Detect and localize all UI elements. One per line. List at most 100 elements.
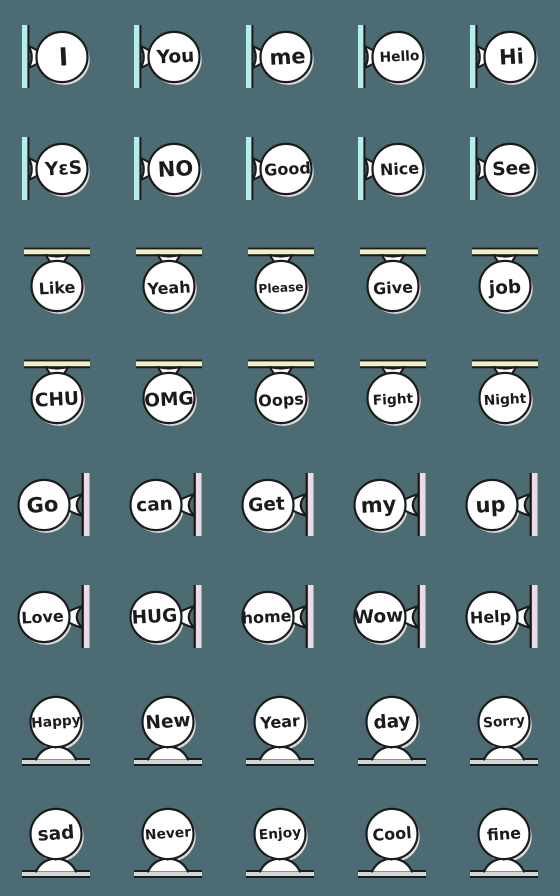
sticker-fine[interactable]: fine — [448, 784, 560, 896]
sticker-day[interactable]: day — [336, 672, 448, 784]
sticker-sorry[interactable]: Sorry — [448, 672, 560, 784]
sticker-help[interactable]: Help — [448, 560, 560, 672]
speech-bubble-icon: Oops — [248, 359, 314, 426]
speech-bubble-icon: Sorry — [470, 695, 538, 766]
speech-bubble-icon: I — [22, 25, 90, 88]
bubble-label: Fight — [372, 391, 414, 409]
sticker-hug[interactable]: HUG — [112, 560, 224, 672]
bubble-label: New — [145, 710, 191, 734]
bubble-label: Never — [144, 824, 191, 843]
sticker-no[interactable]: NO — [112, 112, 224, 224]
sticker-like[interactable]: Like — [0, 224, 112, 336]
bubble-label: Get — [248, 494, 286, 517]
sticker-hi[interactable]: Hi — [448, 0, 560, 112]
speech-bubble-icon: HUG — [129, 585, 202, 648]
speech-bubble-icon: See — [470, 137, 538, 200]
speech-bubble-icon: Give — [360, 247, 426, 314]
speech-bubble-icon: Like — [24, 247, 90, 314]
bubble-label: Go — [26, 492, 59, 518]
speech-bubble-icon: Enjoy — [246, 807, 314, 878]
bubble-label: Year — [259, 711, 301, 733]
speech-bubble-icon: Yeah — [136, 247, 202, 314]
speech-bubble-icon: Go — [17, 473, 90, 536]
bubble-label: can — [136, 494, 174, 517]
bubble-label: job — [487, 277, 521, 300]
sticker-omg[interactable]: OMG — [112, 336, 224, 448]
bubble-label: my — [360, 492, 397, 518]
speech-bubble-icon: Help — [465, 585, 538, 648]
speech-bubble-icon: Good — [246, 137, 314, 200]
bubble-label: Please — [258, 280, 304, 296]
sticker-sheet: I You me Hello Hi YɛS NO Good Nice See Like Yeah Ple… — [0, 0, 560, 896]
speech-bubble-icon: Hi — [470, 25, 538, 88]
bubble-label: Love — [21, 606, 65, 627]
sticker-sad[interactable]: sad — [0, 784, 112, 896]
speech-bubble-icon: fine — [470, 807, 538, 878]
bubble-label: See — [492, 158, 531, 181]
bubble-label: sad — [37, 822, 75, 846]
sticker-give[interactable]: Give — [336, 224, 448, 336]
sticker-chu[interactable]: CHU — [0, 336, 112, 448]
sticker-up[interactable]: up — [448, 448, 560, 560]
bubble-label: I — [58, 42, 69, 71]
sticker-wow[interactable]: Wow — [336, 560, 448, 672]
bubble-label: Give — [373, 277, 414, 298]
bubble-label: Cool — [372, 823, 412, 845]
sticker-home[interactable]: home — [224, 560, 336, 672]
speech-bubble-icon: Night — [472, 359, 538, 426]
sticker-fight[interactable]: Fight — [336, 336, 448, 448]
speech-bubble-icon: Please — [248, 247, 314, 314]
bubble-label: Good — [264, 158, 312, 179]
speech-bubble-icon: Cool — [358, 807, 426, 878]
bubble-label: home — [241, 606, 292, 628]
sticker-never[interactable]: Never — [112, 784, 224, 896]
sticker-my[interactable]: my — [336, 448, 448, 560]
speech-bubble-icon: Nice — [358, 137, 426, 200]
sticker-good[interactable]: Good — [224, 112, 336, 224]
sticker-please[interactable]: Please — [224, 224, 336, 336]
speech-bubble-icon: Love — [17, 585, 90, 648]
sticker-nice[interactable]: Nice — [336, 112, 448, 224]
sticker-can[interactable]: can — [112, 448, 224, 560]
sticker-you[interactable]: You — [112, 0, 224, 112]
sticker-y-s[interactable]: YɛS — [0, 112, 112, 224]
bubble-label: me — [269, 44, 306, 70]
speech-bubble-icon: Fight — [360, 359, 426, 426]
bubble-label: HUG — [131, 605, 178, 628]
sticker-job[interactable]: job — [448, 224, 560, 336]
bubble-label: Hi — [498, 44, 524, 69]
bubble-label: day — [373, 710, 412, 734]
sticker-go[interactable]: Go — [0, 448, 112, 560]
speech-bubble-icon: Never — [134, 807, 202, 878]
bubble-label: YɛS — [43, 158, 82, 181]
bubble-label: Sorry — [482, 713, 525, 732]
sticker-cool[interactable]: Cool — [336, 784, 448, 896]
speech-bubble-icon: New — [134, 695, 202, 766]
sticker-oops[interactable]: Oops — [224, 336, 336, 448]
sticker-night[interactable]: Night — [448, 336, 560, 448]
speech-bubble-icon: CHU — [24, 359, 90, 426]
sticker-get[interactable]: Get — [224, 448, 336, 560]
sticker-love[interactable]: Love — [0, 560, 112, 672]
speech-bubble-icon: NO — [134, 137, 202, 200]
sticker-new[interactable]: New — [112, 672, 224, 784]
sticker-year[interactable]: Year — [224, 672, 336, 784]
bubble-label: Yeah — [146, 277, 191, 298]
sticker-me[interactable]: me — [224, 0, 336, 112]
speech-bubble-icon: day — [358, 695, 426, 766]
speech-bubble-icon: Year — [246, 695, 314, 766]
speech-bubble-icon: sad — [22, 807, 90, 878]
sticker-see[interactable]: See — [448, 112, 560, 224]
sticker-enjoy[interactable]: Enjoy — [224, 784, 336, 896]
sticker-yeah[interactable]: Yeah — [112, 224, 224, 336]
bubble-label: Wow — [353, 605, 404, 629]
bubble-label: Night — [483, 391, 527, 409]
sticker-happy[interactable]: Happy — [0, 672, 112, 784]
sticker-i[interactable]: I — [0, 0, 112, 112]
bubble-label: Nice — [379, 158, 419, 179]
speech-bubble-icon: job — [472, 247, 538, 314]
bubble-label: Oops — [258, 389, 305, 410]
bubble-label: Help — [469, 606, 511, 627]
bubble-label: Hello — [379, 48, 420, 66]
sticker-hello[interactable]: Hello — [336, 0, 448, 112]
